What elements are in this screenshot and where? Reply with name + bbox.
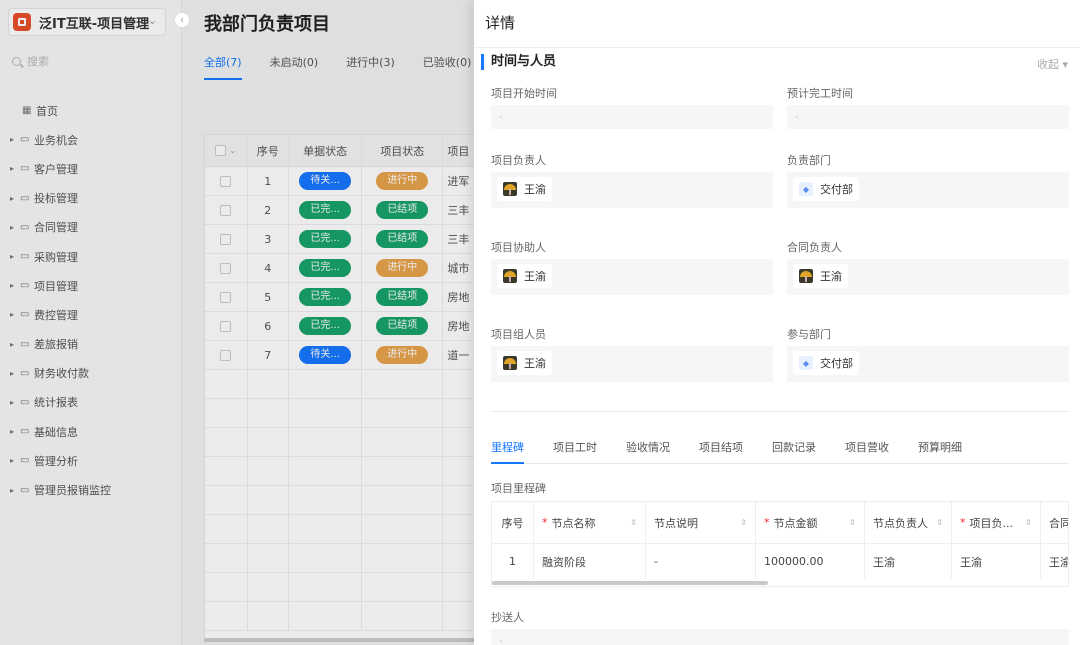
table-cell: 王渝 <box>1041 544 1068 579</box>
table-cell: 王渝 <box>952 544 1041 579</box>
table-cell: - <box>646 544 756 579</box>
overlay-mask[interactable] <box>0 0 474 645</box>
table-header: 序号 * 节点名称 ⇕ 节点说明 ⇕ * 节点金额 ⇕ 节点负责人 ⇕ * 项目负... ⇕ 合同 <box>492 502 1068 544</box>
divider <box>474 47 1080 48</box>
scrollbar-thumb[interactable] <box>492 581 768 585</box>
column-label: 节点说明 <box>654 516 698 530</box>
field-label-assistant: 项目协助人 <box>491 241 546 254</box>
milestone-table: 序号 * 节点名称 ⇕ 节点说明 ⇕ * 节点金额 ⇕ 节点负责人 ⇕ * 项目负... ⇕ 合同 1 融资阶… <box>491 501 1069 587</box>
column-label: 序号 <box>501 516 524 530</box>
field-label-contract-leader: 合同负责人 <box>787 241 842 254</box>
field-label-dept: 负责部门 <box>787 154 831 167</box>
column-label: 节点金额 <box>773 516 818 530</box>
cc-field[interactable]: - <box>491 629 1069 645</box>
user-chip[interactable]: 王渝 <box>497 177 552 201</box>
field-label-members: 项目组人员 <box>491 328 546 341</box>
end-time-field[interactable]: - <box>787 105 1069 129</box>
avatar <box>503 182 517 196</box>
avatar <box>503 269 517 283</box>
field-label-end-time: 预计完工时间 <box>787 87 853 100</box>
avatar <box>503 356 517 370</box>
cc-label: 抄送人 <box>491 611 524 624</box>
field-label-join-dept: 参与部门 <box>787 328 831 341</box>
sort-icon[interactable]: ⇕ <box>849 518 856 527</box>
column-header[interactable]: * 节点名称 ⇕ <box>534 502 646 543</box>
tab-detail[interactable]: 预算明细 <box>918 436 962 464</box>
required-mark-icon: * <box>960 516 966 529</box>
column-label: 节点名称 <box>551 516 596 530</box>
collapse-section-button[interactable]: 收起 ▾ <box>1037 56 1068 72</box>
avatar <box>799 269 813 283</box>
drawer-title: 详情 <box>485 14 516 32</box>
start-time-field[interactable]: - <box>491 105 773 129</box>
divider <box>491 411 1069 412</box>
sort-icon[interactable]: ⇕ <box>936 518 943 527</box>
field-label-start-time: 项目开始时间 <box>491 87 557 100</box>
tab-detail[interactable]: 项目工时 <box>553 436 597 464</box>
table-cell: 1 <box>492 544 534 579</box>
table-cell: 王渝 <box>865 544 952 579</box>
sort-icon[interactable]: ⇕ <box>740 518 747 527</box>
field-label-leader: 项目负责人 <box>491 154 546 167</box>
column-header[interactable]: 节点说明 ⇕ <box>646 502 756 543</box>
table-cell: 100000.00 <box>756 544 865 579</box>
column-header[interactable]: 节点负责人 ⇕ <box>865 502 952 543</box>
dept-chip[interactable]: ◆ 交付部 <box>793 177 859 201</box>
column-header[interactable]: * 节点金额 ⇕ <box>756 502 865 543</box>
department-icon: ◆ <box>799 182 813 196</box>
section-title: 时间与人员 <box>481 54 556 70</box>
user-chip[interactable]: 王渝 <box>497 264 552 288</box>
tab-detail[interactable]: 项目营收 <box>845 436 889 464</box>
table-cell: 融资阶段 <box>534 544 646 579</box>
collapse-sidebar-button[interactable]: ‹ <box>174 12 190 28</box>
dept-chip[interactable]: ◆ 交付部 <box>793 351 859 375</box>
tab-detail[interactable]: 回款记录 <box>772 436 816 464</box>
user-chip[interactable]: 王渝 <box>497 351 552 375</box>
tab-detail[interactable]: 验收情况 <box>626 436 670 464</box>
column-label: 节点负责人 <box>873 516 928 530</box>
sort-icon[interactable]: ⇕ <box>630 518 637 527</box>
required-mark-icon: * <box>764 516 770 529</box>
table-row[interactable]: 1 融资阶段 -100000.00 王渝 王渝 王渝 <box>492 544 1068 579</box>
tab-detail[interactable]: 里程碑 <box>491 436 524 464</box>
department-icon: ◆ <box>799 356 813 370</box>
column-label: 合同 <box>1049 516 1069 530</box>
column-header[interactable]: 合同 <box>1041 502 1069 543</box>
tab-detail[interactable]: 项目结项 <box>699 436 743 464</box>
sort-icon[interactable]: ⇕ <box>1025 518 1032 527</box>
detail-drawer: 详情 时间与人员 收起 ▾ 项目开始时间 - 预计完工时间 - 项目负责人 王渝… <box>474 0 1080 645</box>
column-header: 序号 <box>492 502 534 543</box>
user-chip[interactable]: 王渝 <box>793 264 848 288</box>
required-mark-icon: * <box>542 516 548 529</box>
horizontal-scrollbar[interactable] <box>492 580 1068 586</box>
column-label: 项目负... <box>969 516 1014 530</box>
milestone-title: 项目里程碑 <box>491 482 546 495</box>
column-header[interactable]: * 项目负... ⇕ <box>952 502 1041 543</box>
detail-tabs: 里程碑 项目工时 验收情况 项目结项 回款记录 项目营收 预算明细 <box>491 436 1069 464</box>
